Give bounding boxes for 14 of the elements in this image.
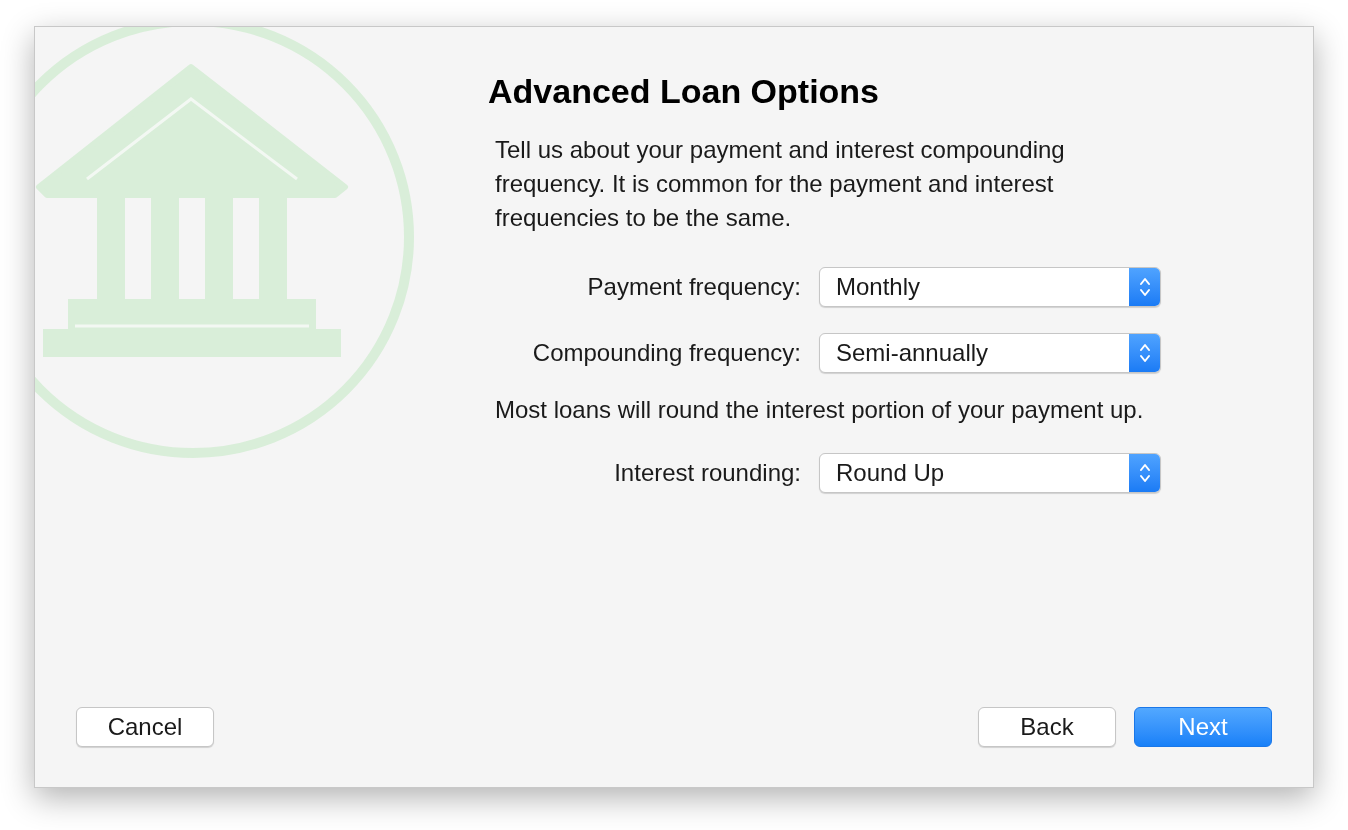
stepper-icon (1129, 268, 1160, 306)
note-text: Most loans will round the interest portion of your payment up. (495, 395, 1145, 425)
popup-button[interactable]: Round Up (819, 453, 1161, 493)
stepper-icon (1129, 334, 1160, 372)
popup-button[interactable]: Semi-annually (819, 333, 1161, 373)
field-label: Compounding frequency: (531, 338, 801, 368)
stepper-icon (1129, 454, 1160, 492)
field-label: Payment frequency: (586, 272, 801, 302)
dialog-button[interactable]: Cancel (76, 707, 214, 747)
popup-button[interactable]: Monthly (819, 267, 1161, 307)
dialog-title: Advanced Loan Options (488, 71, 881, 111)
description-text: Tell us about your payment and interest compounding frequency. It is common for the payment and interest frequencies to be the same. (495, 135, 1066, 233)
dialog-button[interactable]: Back (978, 707, 1116, 747)
field-label: Interest rounding: (613, 458, 801, 488)
